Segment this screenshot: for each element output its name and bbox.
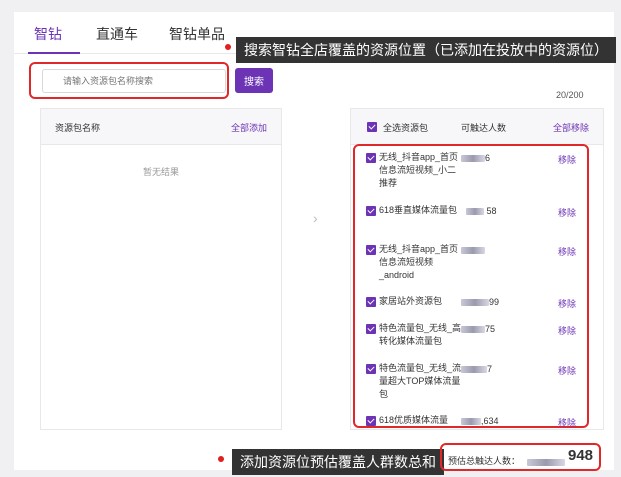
available-resources-panel: 资源包名称 全部添加 暂无结果 bbox=[40, 108, 282, 430]
remove-link[interactable]: 移除 bbox=[558, 324, 576, 337]
tab-zhizuan-danpin[interactable]: 智钻单品 bbox=[169, 24, 225, 44]
empty-results-text: 暂无结果 bbox=[142, 167, 179, 177]
resource-name-column-header: 资源包名称 bbox=[55, 123, 101, 133]
reach-count: 58 bbox=[466, 206, 497, 216]
row-checkbox[interactable] bbox=[366, 153, 376, 163]
select-all-label: 全选资源包 bbox=[383, 123, 429, 133]
callout-bottom: 添加资源位预估覆盖人群数总和 bbox=[232, 449, 444, 475]
callout-top: 搜索智钻全店覆盖的资源位置（已添加在投放中的资源位） bbox=[236, 37, 616, 63]
row-checkbox[interactable] bbox=[366, 416, 376, 426]
row-checkbox[interactable] bbox=[366, 324, 376, 334]
reach-count: ,634 bbox=[461, 416, 499, 426]
row-checkbox[interactable] bbox=[366, 297, 376, 307]
reach-count: 75 bbox=[461, 324, 495, 334]
callout-dot-bottom bbox=[218, 456, 224, 462]
active-tab-indicator bbox=[28, 52, 80, 54]
remove-link[interactable]: 移除 bbox=[558, 297, 576, 310]
reach-count: 7 bbox=[461, 364, 492, 374]
search-button[interactable]: 搜索 bbox=[235, 68, 273, 93]
reach-count bbox=[461, 245, 485, 255]
resource-name: 特色流量包_无线_流量超大TOP媒体流量包 bbox=[379, 363, 462, 399]
add-all-link[interactable]: 全部添加 bbox=[231, 121, 267, 134]
row-checkbox[interactable] bbox=[366, 364, 376, 374]
resource-name: 特色流量包_无线_高转化媒体流量包 bbox=[379, 323, 462, 346]
callout-dot-top bbox=[225, 44, 231, 50]
row-checkbox[interactable] bbox=[366, 245, 376, 255]
remove-link[interactable]: 移除 bbox=[558, 364, 576, 377]
chevron-right-icon[interactable]: › bbox=[313, 210, 318, 226]
available-resources-header: 资源包名称 全部添加 bbox=[41, 109, 281, 145]
remove-all-link[interactable]: 全部移除 bbox=[553, 121, 589, 134]
select-all-checkbox[interactable] bbox=[367, 122, 377, 132]
tab-zhizuan[interactable]: 智钻 bbox=[34, 24, 62, 44]
reach-count-column-header: 可触达人数 bbox=[461, 123, 507, 133]
remove-link[interactable]: 移除 bbox=[558, 153, 576, 166]
row-checkbox[interactable] bbox=[366, 206, 376, 216]
remove-link[interactable]: 移除 bbox=[558, 206, 576, 219]
selection-counter: 20/200 bbox=[556, 90, 584, 100]
selected-resources-header: 全选资源包 可触达人数 全部移除 bbox=[351, 109, 603, 145]
reach-count: 6 bbox=[461, 153, 490, 163]
resource-name: 无线_抖音app_首页信息流短视频_小二推荐 bbox=[379, 152, 459, 188]
estimated-total-reach-label: 预估总触达人数： bbox=[448, 456, 521, 466]
remove-link[interactable]: 移除 bbox=[558, 416, 576, 429]
tab-zhitongche[interactable]: 直通车 bbox=[96, 24, 138, 44]
search-input[interactable] bbox=[42, 69, 226, 93]
reach-count: 99 bbox=[461, 297, 499, 307]
resource-name: 无线_抖音app_首页信息流短视频_android bbox=[379, 244, 459, 280]
estimated-total-reach-value: 948 bbox=[568, 447, 594, 464]
total-value-blurred bbox=[527, 454, 565, 472]
resource-name: 618垂直媒体流量包 bbox=[379, 205, 458, 215]
resource-name: 家居站外资源包 bbox=[379, 296, 443, 306]
remove-link[interactable]: 移除 bbox=[558, 245, 576, 258]
resource-name: 618优质媒体流量 bbox=[379, 415, 449, 425]
